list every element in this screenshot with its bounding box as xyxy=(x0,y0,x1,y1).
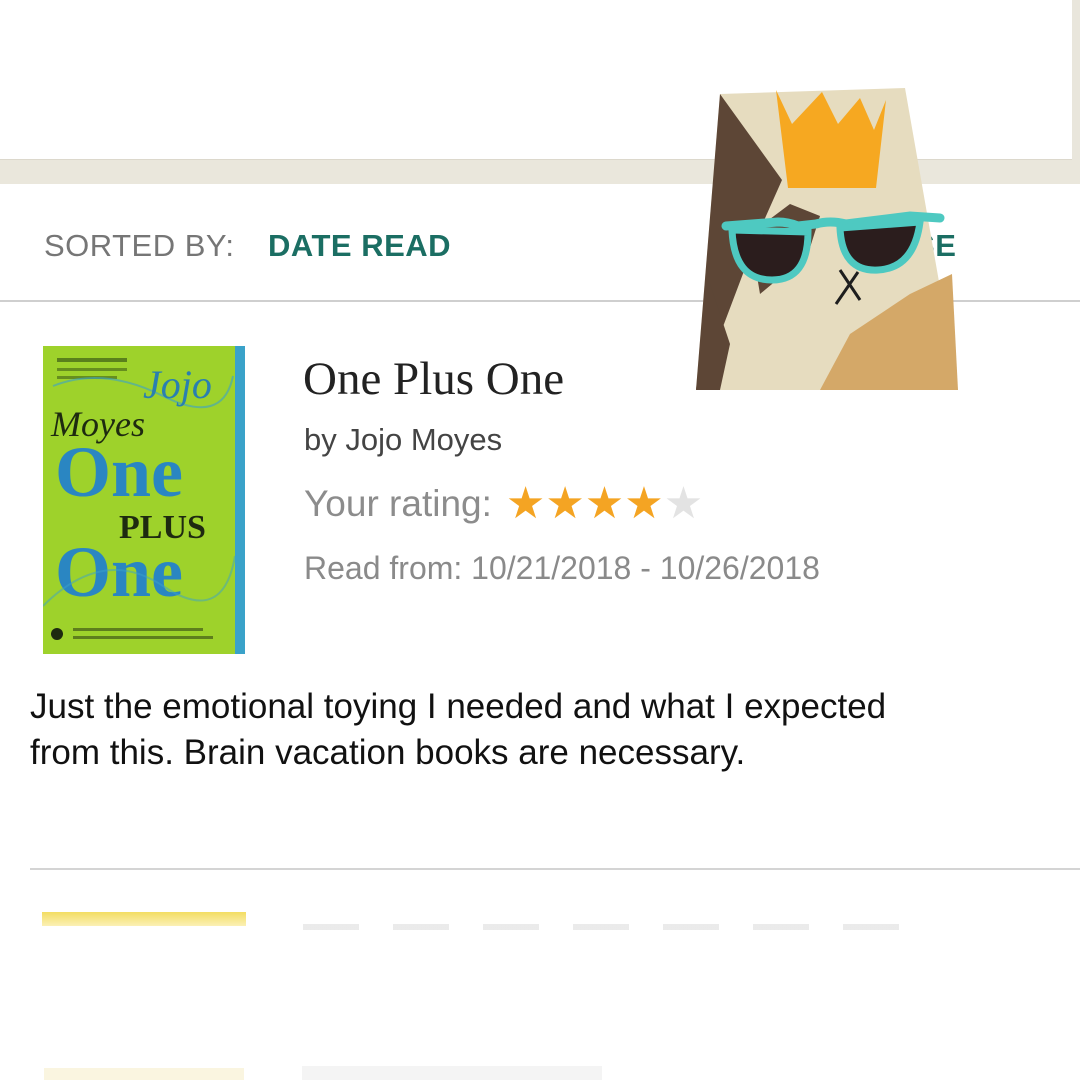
book-cover[interactable]: Jojo Moyes One PLUS One xyxy=(43,346,245,654)
cover-title-line3: One xyxy=(55,532,183,612)
cover-author-first: Jojo xyxy=(143,362,212,407)
star-2-icon[interactable]: ★ xyxy=(545,482,584,526)
book-author[interactable]: by Jojo Moyes xyxy=(304,422,502,458)
star-4-icon[interactable]: ★ xyxy=(624,482,663,526)
next-book-cover[interactable] xyxy=(42,912,246,926)
star-rating[interactable]: ★ ★ ★ ★ ★ xyxy=(506,482,703,526)
list-divider xyxy=(30,868,1080,870)
book-cover-art: Jojo Moyes One PLUS One xyxy=(43,346,235,654)
next-book-title-faded xyxy=(303,924,913,930)
next-book-author-faded xyxy=(302,1066,602,1080)
search-area-edge xyxy=(1072,0,1080,160)
rating-row: Your rating: ★ ★ ★ ★ ★ xyxy=(304,482,703,526)
cover-title-line1: One xyxy=(55,432,183,512)
read-dates: Read from: 10/21/2018 - 10/26/2018 xyxy=(304,550,820,586)
cat-sticker-icon xyxy=(696,88,958,390)
review-text: Just the emotional toying I needed and w… xyxy=(30,687,887,772)
star-1-icon[interactable]: ★ xyxy=(506,482,545,526)
rating-label: Your rating: xyxy=(304,483,492,524)
star-5-icon[interactable]: ★ xyxy=(664,482,703,526)
book-title[interactable]: One Plus One xyxy=(303,352,564,406)
next-book-cover-bottom xyxy=(44,1068,244,1080)
star-3-icon[interactable]: ★ xyxy=(585,482,624,526)
sort-label: SORTED BY: xyxy=(44,228,235,263)
sort-option-date-read[interactable]: DATE READ xyxy=(268,228,451,264)
